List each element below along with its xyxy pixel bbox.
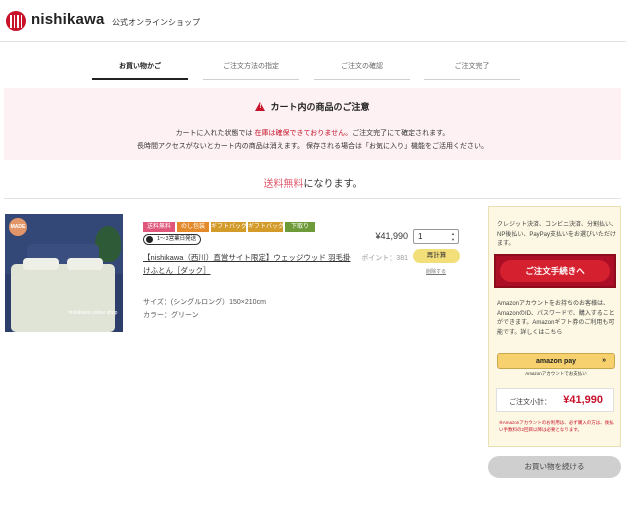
quantity-stepper[interactable]: 1 ▲ ▼ xyxy=(413,229,459,244)
shipping-message: 送料無料になります。 xyxy=(0,175,626,190)
product-points: ポイント：381 xyxy=(361,255,408,262)
order-sidebar: クレジット決済、コンビニ決済、分割払い、NP後払い、PayPay支払いをお選びい… xyxy=(488,206,621,447)
nishikawa-logo-icon[interactable] xyxy=(6,11,26,31)
tag-noshi: のし包装 xyxy=(177,222,209,232)
amazon-pay-button[interactable]: amazon pay » xyxy=(497,353,615,369)
product-spec: サイズ：(シングルロング）150×210cm カラー：グリーン xyxy=(143,296,266,322)
tag-trade-in: 下取り xyxy=(285,222,315,232)
product-size: サイズ：(シングルロング）150×210cm xyxy=(143,299,266,306)
image-watermark: nishikawa online shop xyxy=(68,310,118,316)
logo-text[interactable]: nishikawa xyxy=(31,11,105,28)
continue-shopping-button[interactable]: お買い物を続ける xyxy=(488,456,621,478)
delivery-badge: 1〜3営業日発送 xyxy=(143,234,201,245)
notice-line-1-pre: カートに入れた状態では xyxy=(175,130,255,137)
cart-notice: ! カート内の商品のご注意 カートに入れた状態では 在庫は確保できておりません。ご… xyxy=(4,88,621,160)
divider xyxy=(4,198,621,199)
subtotal-label: ご注文小計： xyxy=(509,399,551,406)
notice-title: カート内の商品のご注意 xyxy=(270,102,370,112)
tag-free-shipping: 送料無料 xyxy=(143,222,175,232)
fine-print: ※Amazonアカウントのお利用は、必ず購入の方は、後払い手数料の2回目以降は必… xyxy=(499,420,614,432)
subtotal-value: ¥41,990 xyxy=(563,394,603,406)
notice-line-1: カートに入れた状態では 在庫は確保できておりません。ご注文完了にて確定されます。 xyxy=(4,128,621,138)
image-bed xyxy=(11,264,115,332)
free-shipping-label: 送料無料 xyxy=(263,179,304,190)
tag-gift-bag: ギフトバッグ xyxy=(211,222,248,232)
double-chevron-right-icon: » xyxy=(602,357,606,364)
product-price: ¥41,990 xyxy=(375,231,408,241)
step-confirm: ご注文の確認 xyxy=(314,58,410,80)
amazon-pay-label: amazon pay xyxy=(535,358,577,365)
quantity-value: 1 xyxy=(418,232,423,241)
image-badge: MADE xyxy=(9,218,27,236)
clock-icon xyxy=(146,236,153,243)
amazon-note: Amazonアカウントをお持ちのお客様は、AmazonのID、パスワードで、購入… xyxy=(497,301,615,336)
notice-line-1-red: 在庫は確保できておりません。 xyxy=(254,130,353,137)
product-color: カラー：グリーン xyxy=(143,312,199,319)
step-complete: ご注文完了 xyxy=(424,58,520,80)
product-name-link[interactable]: 【nishikawa（西川）直営サイト限定】ウェッジウッド 羽毛掛けふとん［ダッ… xyxy=(143,251,353,277)
order-button-highlight: ご注文手続きへ xyxy=(494,254,616,288)
checkout-steps: お買い物かご ご注文方法の指定 ご注文の確認 ご注文完了 xyxy=(92,58,520,80)
amazon-pay-sub: Amazonアカウントでお支払い xyxy=(525,371,587,376)
tag-gift-bag: ギフトバッグ xyxy=(248,222,285,232)
product-image[interactable]: MADE nishikawa online shop xyxy=(5,214,123,332)
step-order-method: ご注文方法の指定 xyxy=(203,58,299,80)
logo-subtitle: 公式オンラインショップ xyxy=(112,18,200,27)
payment-note: クレジット決済、コンビニ決済、分割払い、NP後払い、PayPay支払いをお選びい… xyxy=(497,222,618,247)
notice-title-row: ! カート内の商品のご注意 xyxy=(4,100,621,113)
image-pillow xyxy=(23,258,59,270)
subtotal-box: ご注文小計： ¥41,990 xyxy=(496,388,614,412)
notice-line-1-post: ご注文完了にて確定されます。 xyxy=(352,130,450,137)
step-cart: お買い物かご xyxy=(92,58,188,80)
shipping-rest: になります。 xyxy=(303,179,363,190)
delivery-label: 1〜3営業日発送 xyxy=(157,236,197,242)
stepper-arrows-icon[interactable]: ▲ ▼ xyxy=(451,231,455,243)
notice-line-2: 長時間アクセスがないとカート内の商品は消えます。 保存される場合は「お気に入り」… xyxy=(137,143,488,150)
proceed-to-order-button[interactable]: ご注文手続きへ xyxy=(500,260,610,282)
site-header: nishikawa 公式オンラインショップ xyxy=(0,0,626,42)
delete-link[interactable]: 削除する xyxy=(426,268,446,275)
warning-icon: ! xyxy=(255,102,266,111)
recalculate-button[interactable]: 再計算 xyxy=(413,249,460,263)
image-pillow xyxy=(67,258,103,270)
